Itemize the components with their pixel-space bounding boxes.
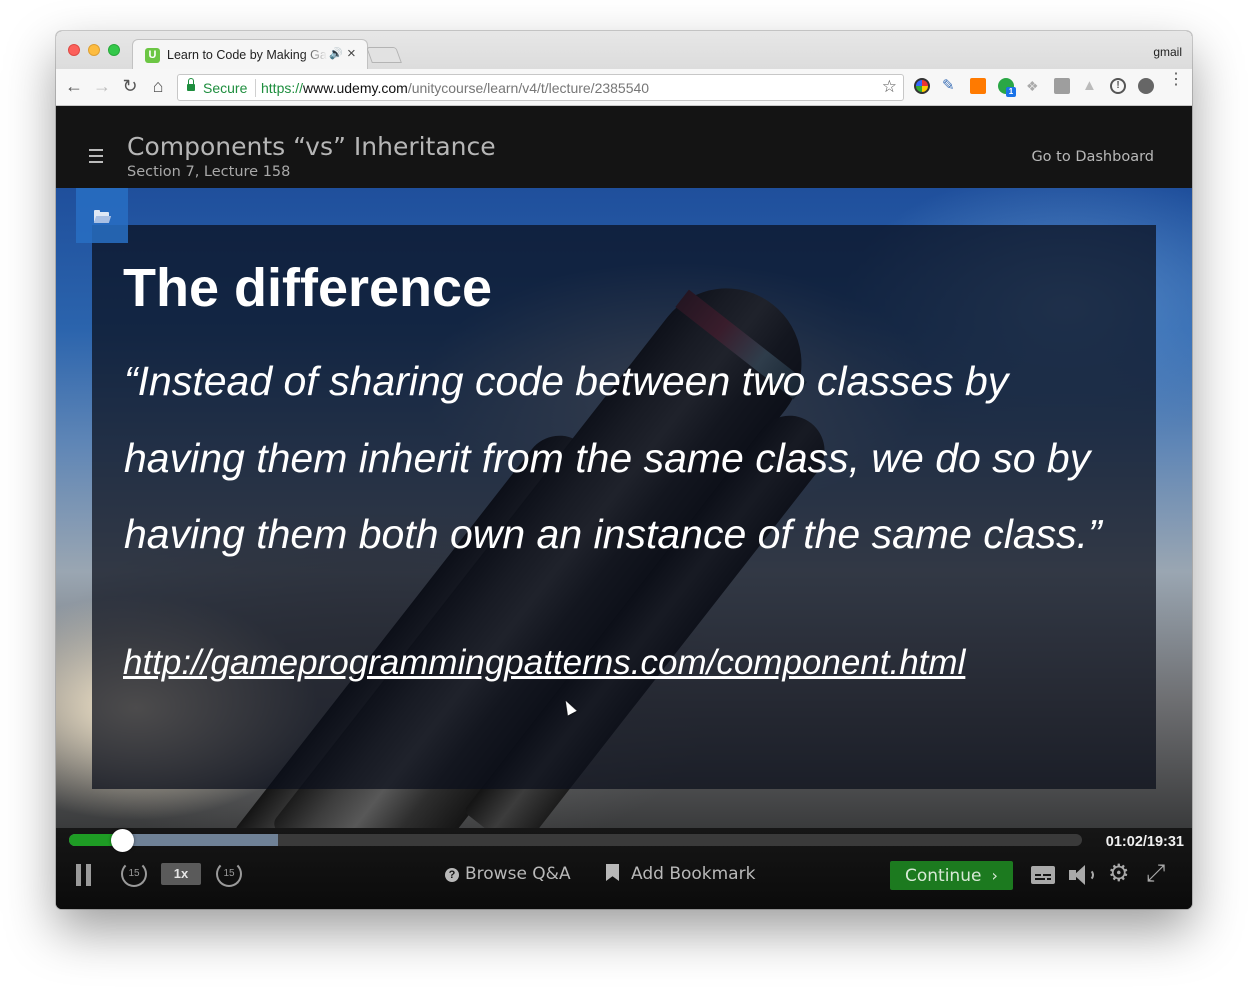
slide-heading: The difference bbox=[123, 258, 493, 318]
chart-extension-icon[interactable] bbox=[970, 78, 986, 94]
progress-scrubber-handle[interactable] bbox=[110, 829, 134, 852]
address-bar[interactable]: Secure https://www.udemy.com/unitycourse… bbox=[177, 74, 904, 101]
settings-gear-icon[interactable]: ⚙ bbox=[1108, 862, 1130, 886]
new-tab-button[interactable] bbox=[366, 47, 402, 63]
browser-toolbar: ← → ↻ ⌂ Secure https://www.udemy.com/uni… bbox=[56, 69, 1192, 106]
add-bookmark-label: Add Bookmark bbox=[631, 864, 756, 884]
lock-icon bbox=[187, 78, 195, 92]
url-text[interactable]: https://www.udemy.com/unitycourse/learn/… bbox=[261, 80, 649, 96]
go-to-dashboard-button[interactable]: Go to Dashboard bbox=[1031, 149, 1154, 165]
screenshot-extension-icon[interactable] bbox=[1054, 78, 1070, 94]
time-readout: 01:02/19:31 bbox=[1105, 834, 1184, 850]
maximize-window-button[interactable] bbox=[108, 44, 120, 56]
slide-quote: “Instead of sharing code between two cla… bbox=[124, 358, 1102, 557]
continue-button[interactable]: Continue › bbox=[890, 861, 1013, 890]
privacy-extension-icon[interactable] bbox=[1138, 78, 1154, 94]
address-separator bbox=[255, 79, 256, 97]
rewind-15-button[interactable]: 15 bbox=[121, 861, 147, 887]
browse-qa-button[interactable]: ? Browse Q&A bbox=[445, 864, 571, 884]
chevron-right-icon: › bbox=[991, 866, 998, 885]
pause-button[interactable] bbox=[76, 864, 92, 886]
slide-link: http://gameprogrammingpatterns.com/compo… bbox=[123, 643, 966, 682]
fullscreen-expand-icon[interactable]: ⤢ bbox=[1146, 862, 1165, 886]
continue-label: Continue bbox=[905, 866, 982, 886]
close-tab-icon[interactable]: × bbox=[347, 45, 356, 62]
progress-bar[interactable] bbox=[69, 834, 1082, 846]
slide-panel: The difference “Instead of sharing code … bbox=[92, 225, 1156, 789]
add-bookmark-button[interactable]: Add Bookmark bbox=[606, 864, 755, 884]
lecture-title: Components “vs” Inheritance bbox=[127, 132, 496, 161]
password-extension-icon[interactable]: ! bbox=[1110, 78, 1126, 94]
curriculum-list-icon[interactable] bbox=[89, 149, 103, 163]
browse-qa-label: Browse Q&A bbox=[465, 864, 571, 884]
audio-playing-icon[interactable]: 🔊 bbox=[329, 47, 343, 60]
back-arrow-icon[interactable]: ← bbox=[63, 75, 85, 97]
minimize-window-button[interactable] bbox=[88, 44, 100, 56]
video-frame[interactable]: The difference “Instead of sharing code … bbox=[56, 188, 1192, 909]
bookmark-icon bbox=[606, 864, 619, 881]
lecture-header: Components “vs” Inheritance Section 7, L… bbox=[56, 106, 1192, 188]
volume-icon[interactable] bbox=[1069, 865, 1097, 885]
reload-icon[interactable]: ↻ bbox=[119, 75, 141, 97]
lecture-subtitle: Section 7, Lecture 158 bbox=[127, 164, 291, 180]
resources-folder-button[interactable] bbox=[76, 188, 128, 243]
browser-window: U Learn to Code by Making Games 🔊 × gmai… bbox=[56, 31, 1192, 909]
forward-arrow-icon[interactable]: → bbox=[91, 75, 113, 97]
color-wheel-extension-icon[interactable] bbox=[914, 78, 930, 94]
url-path: /unitycourse/learn/v4/t/lecture/2385540 bbox=[407, 80, 650, 96]
tab-title: Learn to Code by Making Games bbox=[167, 48, 327, 62]
profile-name[interactable]: gmail bbox=[1153, 45, 1182, 59]
tab-strip: U Learn to Code by Making Games 🔊 × gmai… bbox=[56, 31, 1192, 70]
player-controls: 01:02/19:31 15 1x 15 ? Browse Q&A Add Boo… bbox=[56, 828, 1192, 909]
url-host: www.udemy.com bbox=[303, 80, 408, 96]
question-icon: ? bbox=[445, 868, 459, 882]
browser-menu-icon[interactable]: ⋮ bbox=[1168, 72, 1184, 88]
secure-label: Secure bbox=[203, 80, 248, 96]
udemy-favicon-icon: U bbox=[145, 48, 160, 63]
dropbox-extension-icon[interactable]: ❖ bbox=[1026, 78, 1042, 94]
captions-icon[interactable] bbox=[1031, 866, 1055, 884]
url-scheme: https:// bbox=[261, 80, 304, 96]
eyedropper-extension-icon[interactable]: ✎ bbox=[942, 78, 958, 94]
drive-extension-icon[interactable]: ▲ bbox=[1082, 78, 1098, 94]
forward-15-button[interactable]: 15 bbox=[216, 861, 242, 887]
playback-speed-button[interactable]: 1x bbox=[161, 863, 201, 885]
tab-udemy-lecture[interactable]: U Learn to Code by Making Games 🔊 × bbox=[132, 39, 368, 70]
video-player: Components “vs” Inheritance Section 7, L… bbox=[56, 106, 1192, 909]
extension-badge: 1 bbox=[1006, 87, 1016, 97]
close-window-button[interactable] bbox=[68, 44, 80, 56]
home-icon[interactable]: ⌂ bbox=[147, 75, 169, 97]
bookmark-star-icon[interactable]: ☆ bbox=[882, 77, 897, 97]
